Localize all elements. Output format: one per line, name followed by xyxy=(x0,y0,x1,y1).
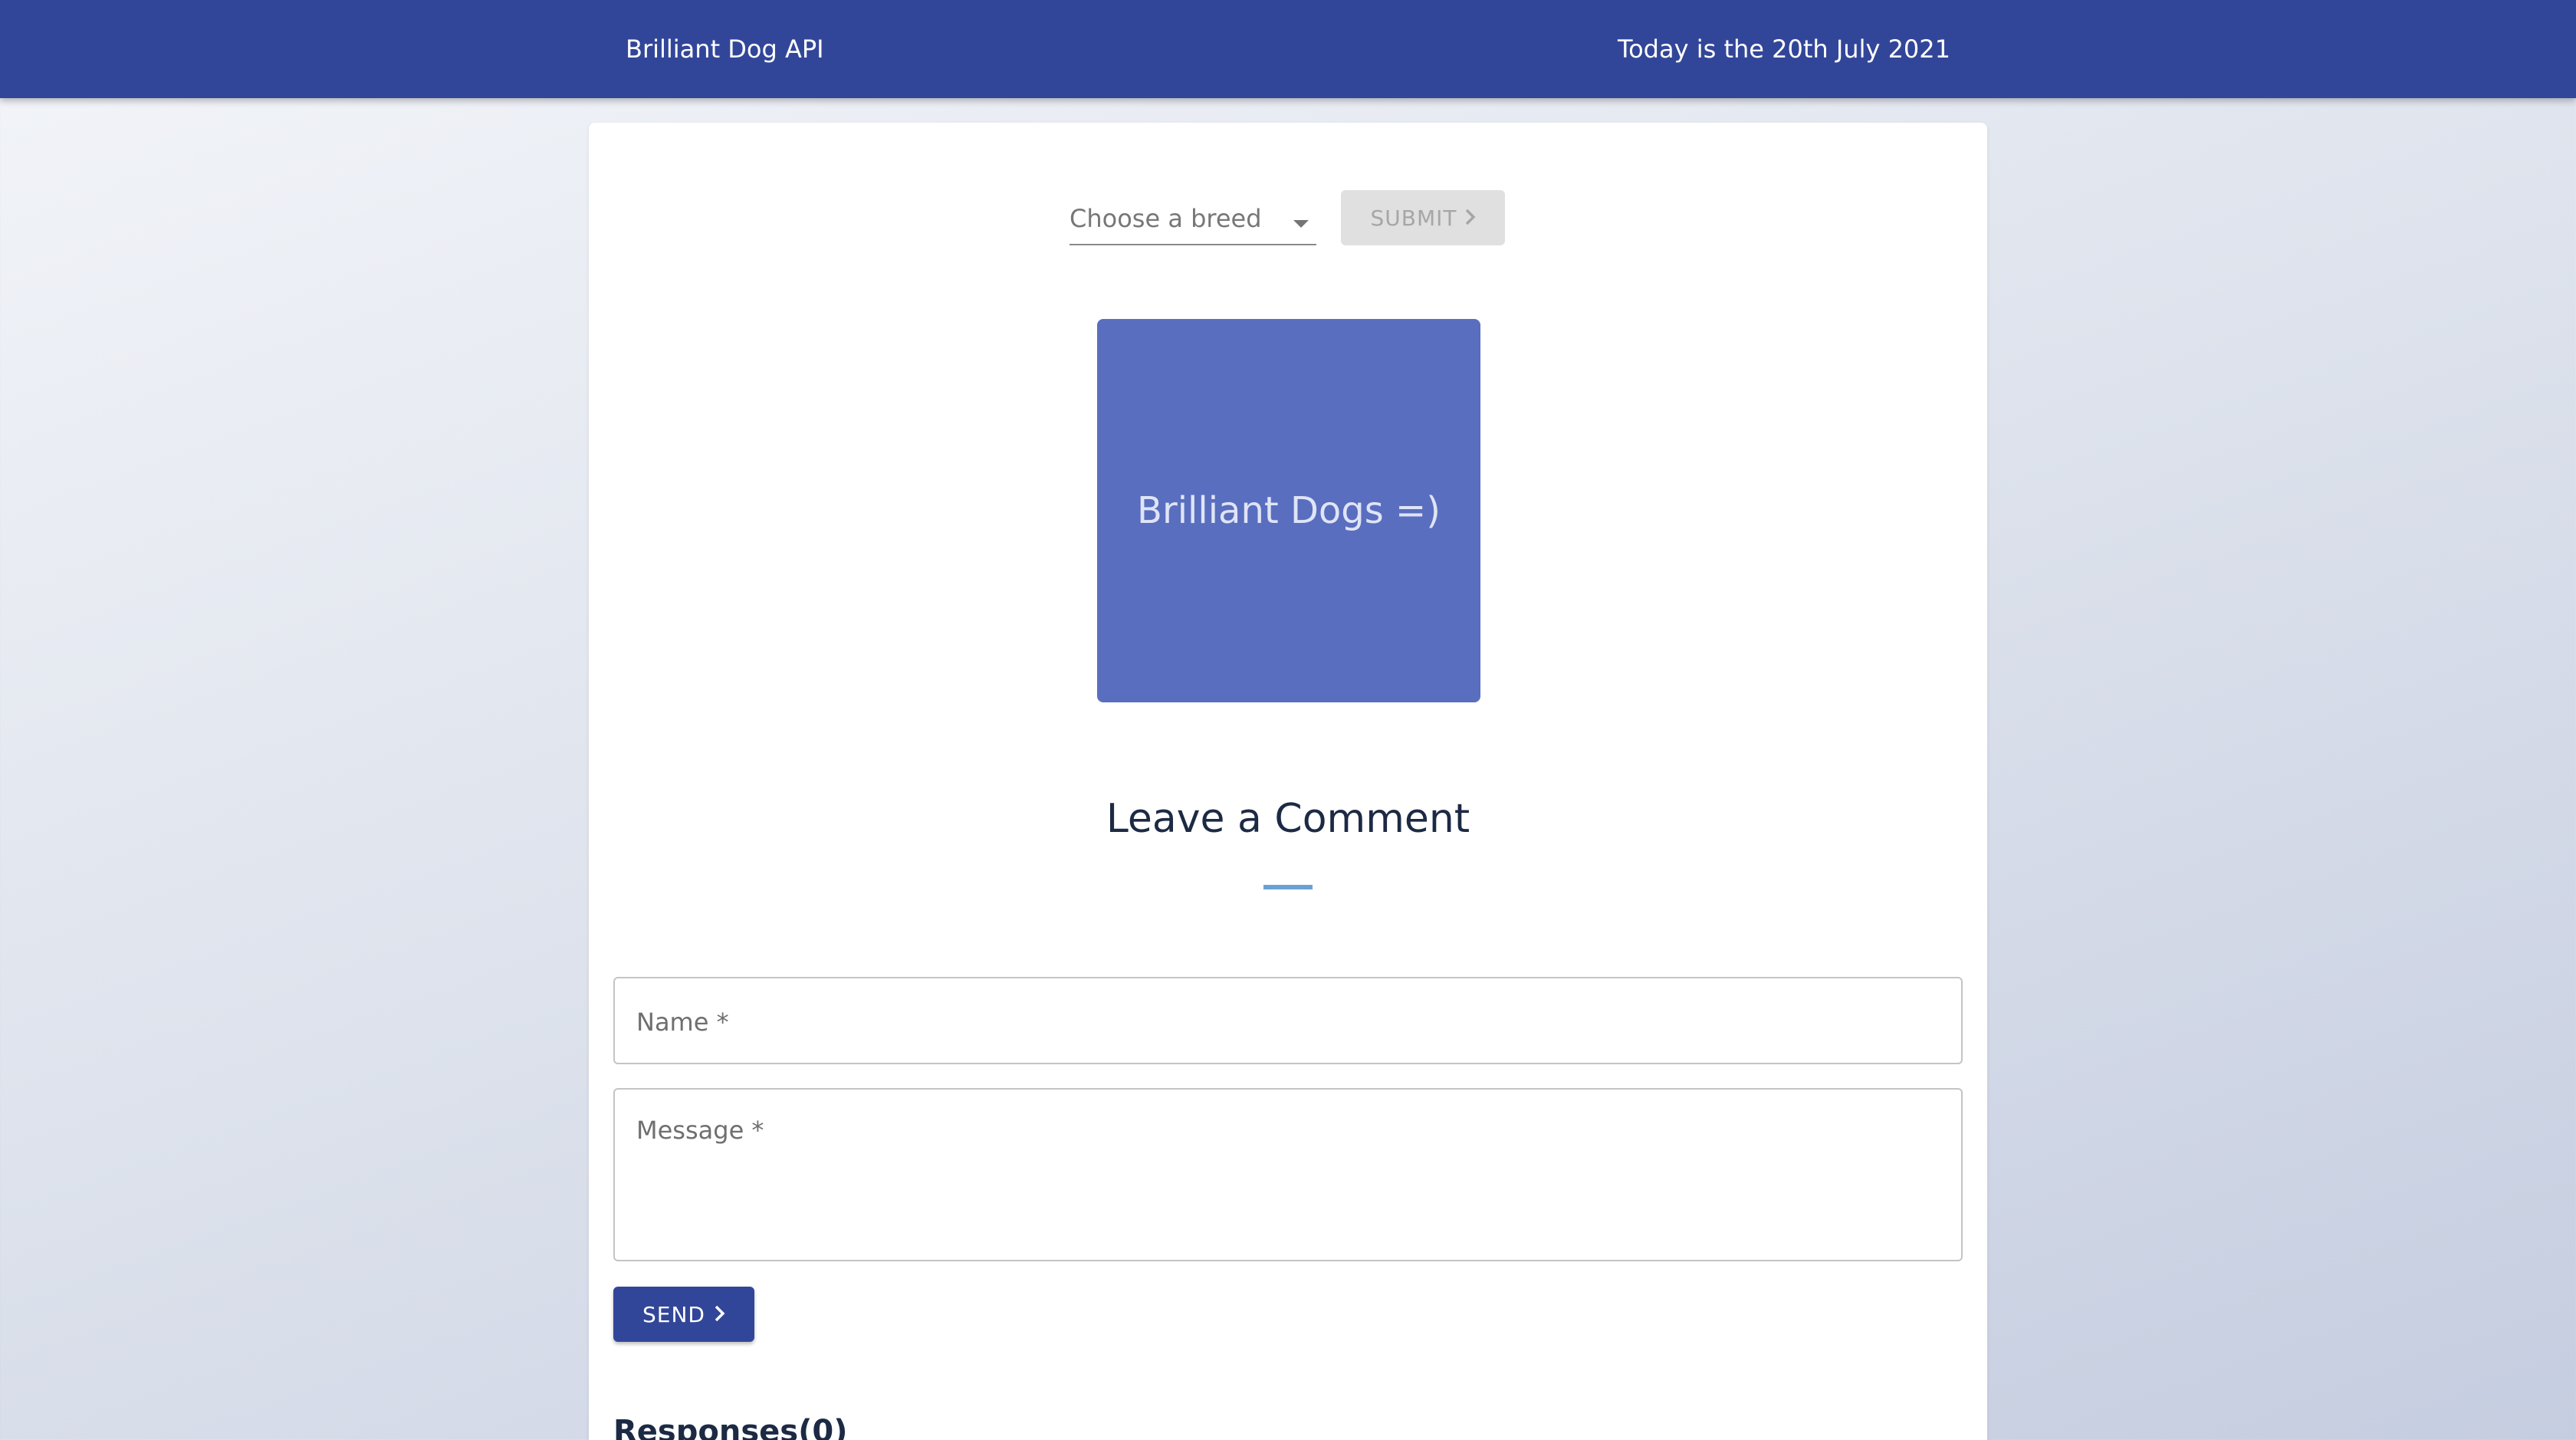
heading-underline xyxy=(1263,885,1313,889)
submit-button[interactable]: SUBMIT xyxy=(1341,190,1505,245)
submit-button-label: SUBMIT xyxy=(1370,205,1457,231)
app-bar: Brilliant Dog API Today is the 20th July… xyxy=(0,0,2576,98)
chevron-down-icon xyxy=(1293,216,1309,231)
chevron-right-icon xyxy=(715,1302,725,1327)
dog-image-placeholder: Brilliant Dogs =) xyxy=(1097,319,1480,702)
breed-select-placeholder: Choose a breed xyxy=(1070,204,1262,233)
send-button-label: SEND xyxy=(642,1301,705,1327)
date-display: Today is the 20th July 2021 xyxy=(1617,35,1950,64)
name-field[interactable]: Name * xyxy=(613,977,1963,1064)
app-title: Brilliant Dog API xyxy=(626,35,824,64)
message-field[interactable]: Message * xyxy=(613,1088,1963,1261)
main-card: Choose a breed SUBMIT Brilliant Dogs =) … xyxy=(589,123,1987,1440)
comment-heading: Leave a Comment xyxy=(1106,796,1470,842)
chevron-right-icon xyxy=(1465,205,1476,231)
name-field-placeholder: Name * xyxy=(636,1008,729,1037)
message-field-placeholder: Message * xyxy=(636,1116,764,1145)
responses-heading: Responses(0) xyxy=(613,1414,848,1440)
breed-select[interactable]: Choose a breed xyxy=(1070,193,1316,245)
hero-text: Brilliant Dogs =) xyxy=(1137,489,1441,532)
send-button[interactable]: SEND xyxy=(613,1287,754,1342)
